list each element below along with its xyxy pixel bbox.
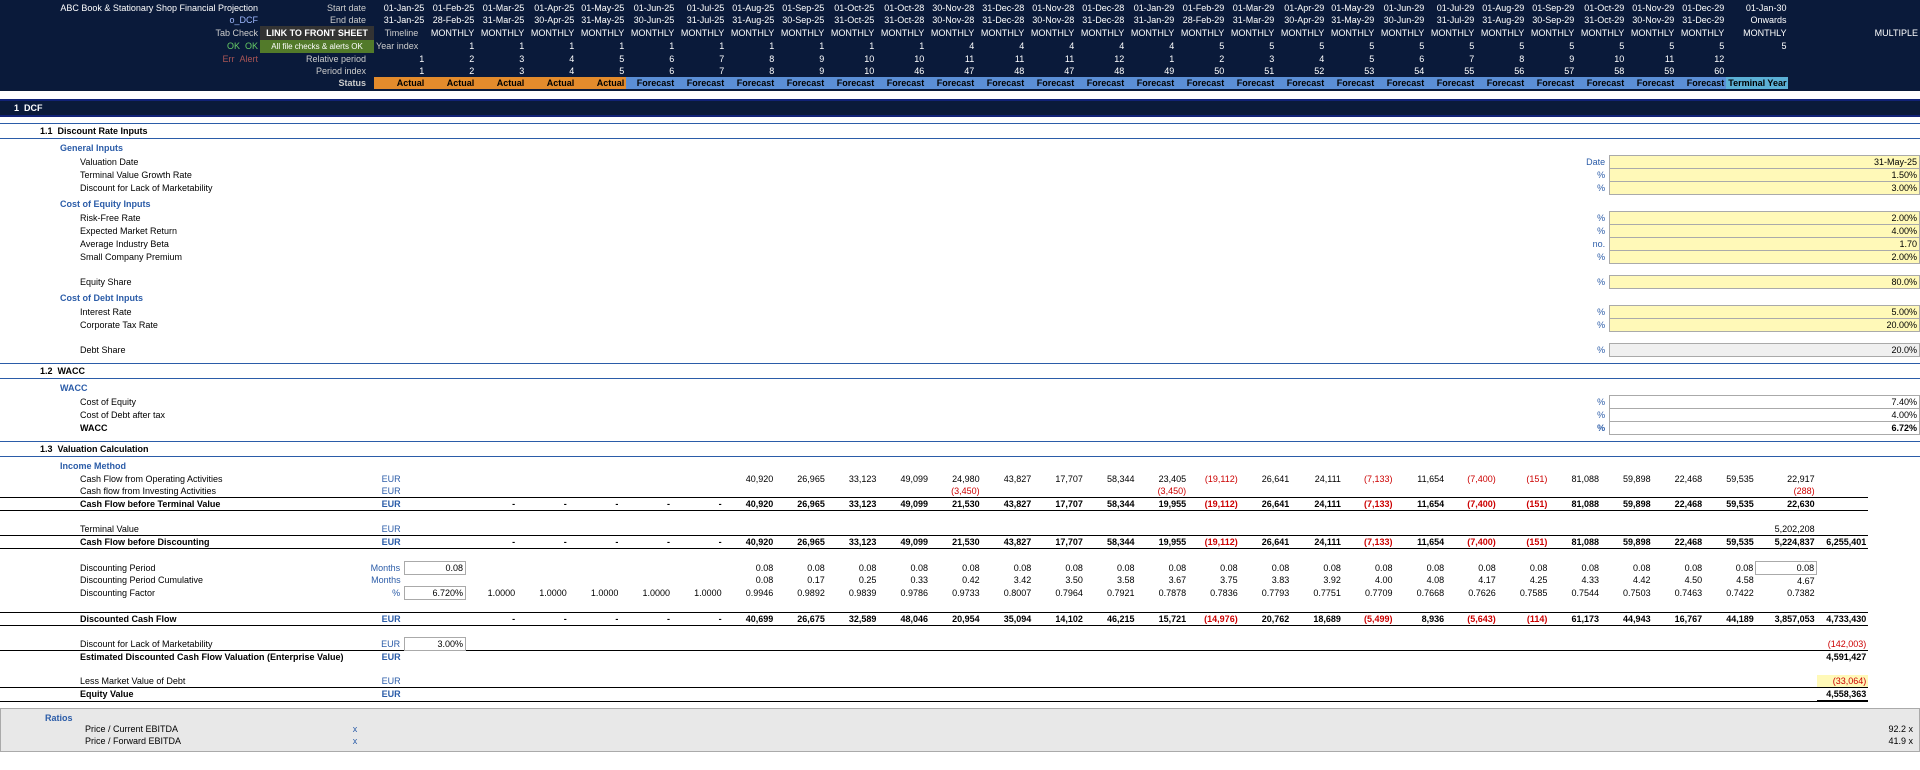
tv-growth-rate[interactable]: 1.50% (1610, 169, 1920, 182)
risk-free-rate[interactable]: 2.00% (1610, 212, 1920, 225)
cod-inputs-hd: Cost of Debt Inputs (0, 289, 1920, 305)
income-method-hd: Income Method (0, 457, 1920, 473)
section-1-3: 1.3 Valuation Calculation (0, 441, 1920, 457)
expected-market-return[interactable]: 4.00% (1610, 225, 1920, 238)
coe-inputs-hd: Cost of Equity Inputs (0, 195, 1920, 211)
valuation-date[interactable]: 31-May-25 (1610, 156, 1920, 169)
link-front-sheet[interactable]: LINK TO FRONT SHEET (260, 26, 374, 40)
wacc-hd: WACC (0, 379, 1920, 395)
wacc-value: 6.72% (1610, 422, 1920, 435)
interest-rate[interactable]: 5.00% (1610, 306, 1920, 319)
dlom-input[interactable]: 3.00% (1610, 182, 1920, 195)
workbook-title: ABC Book & Stationary Shop Financial Pro… (0, 2, 260, 14)
ratios-box: Ratios Price / Current EBITDAx92.2 x Pri… (0, 708, 1920, 752)
cost-of-equity: 7.40% (1610, 396, 1920, 409)
sheet-name: o_DCF (0, 14, 260, 26)
price-forward-ebitda: 41.9 x (1865, 735, 1915, 747)
price-current-ebitda: 92.2 x (1865, 723, 1915, 735)
debt-share: 20.0% (1610, 344, 1920, 357)
section-1-1: 1.1 Discount Rate Inputs (0, 123, 1920, 139)
file-checks-status: All file checks & alerts OK (260, 40, 374, 53)
section-1-2: 1.2 WACC (0, 363, 1920, 379)
small-company-premium[interactable]: 2.00% (1610, 251, 1920, 264)
corporate-tax-rate[interactable]: 20.00% (1610, 319, 1920, 332)
header: ABC Book & Stationary Shop Financial Pro… (0, 0, 1920, 91)
general-inputs-hd: General Inputs (0, 139, 1920, 155)
valuation-table: Cash Flow from Operating ActivitiesEUR40… (0, 473, 1920, 702)
cost-of-debt-after-tax: 4.00% (1610, 409, 1920, 422)
section-1: 1 DCF (0, 99, 1920, 117)
equity-share[interactable]: 80.0% (1610, 276, 1920, 289)
industry-beta[interactable]: 1.70 (1610, 238, 1920, 251)
